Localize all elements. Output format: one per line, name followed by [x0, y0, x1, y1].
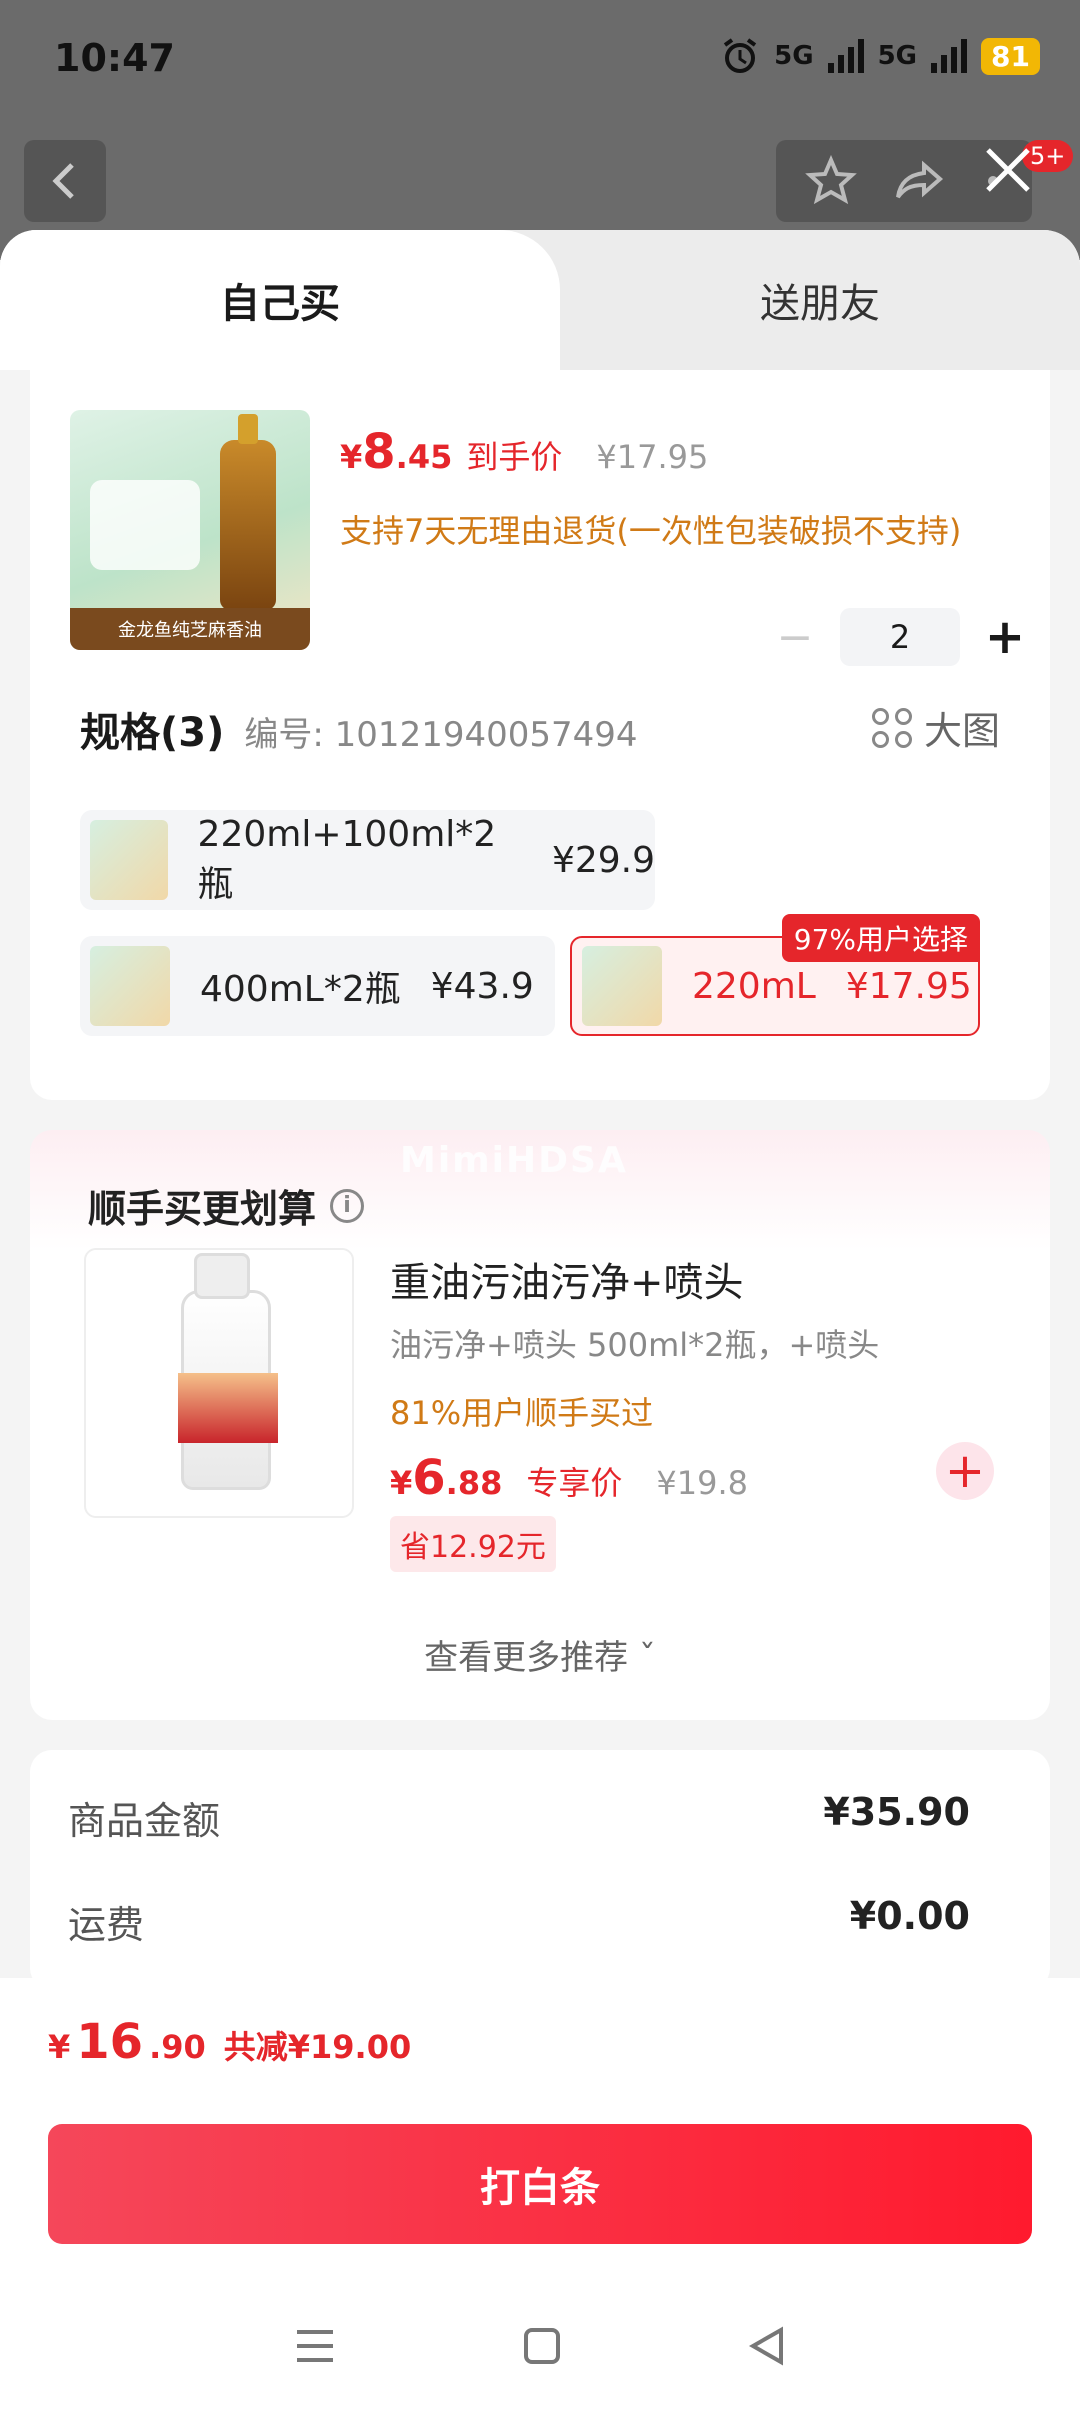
- price-decimal: .45: [395, 438, 453, 476]
- original-price: ¥17.95: [596, 438, 709, 476]
- addon-purchase-rate: 81%用户顺手买过: [390, 1394, 654, 1432]
- spec-price: ¥17.95: [845, 965, 972, 1007]
- goods-amount-label: 商品金额: [68, 1799, 221, 1843]
- status-bar: 10:47 5G 5G 81: [0, 0, 1080, 120]
- spec-thumbnail: [90, 946, 170, 1026]
- tab-bar: 自己买 送朋友: [0, 230, 1080, 370]
- spec-price: ¥29.9: [551, 839, 655, 881]
- spec-name: 220ml+100ml*2瓶: [197, 813, 497, 905]
- purchase-sheet: 自己买 送朋友 金龙鱼纯芝麻香油 ¥8.45 到手价 ¥17.95 支持7天无理…: [0, 230, 1080, 1980]
- big-image-button[interactable]: 大图: [871, 700, 1000, 755]
- product-image-label: 金龙鱼纯芝麻香油: [70, 608, 310, 650]
- spec-thumbnail: [582, 946, 662, 1026]
- popular-tag: 97%用户选择: [781, 914, 980, 962]
- home-icon[interactable]: [522, 2326, 562, 2366]
- savings-badge: 省12.92元: [390, 1516, 556, 1572]
- goods-amount-value: ¥35.90: [823, 1790, 970, 1834]
- checkout-bar: ¥16.90 共减¥19.00 打白条: [0, 1978, 1080, 2412]
- tab-self[interactable]: 自己买: [0, 230, 560, 370]
- addon-title: 顺手买更划算 i: [88, 1178, 365, 1233]
- price-integer: 8: [362, 424, 396, 480]
- product-card: 金龙鱼纯芝麻香油 ¥8.45 到手价 ¥17.95 支持7天无理由退货(一次性包…: [30, 370, 1050, 1100]
- spec-thumbnail: [90, 820, 168, 900]
- exclusive-price-label: 专享价: [526, 1464, 623, 1502]
- spec-header: 规格(3) 编号: 10121940057494: [80, 700, 638, 758]
- quantity-stepper: − 2 +: [770, 608, 1030, 666]
- total-price: ¥16.90 共减¥19.00: [48, 2014, 412, 2070]
- spec-option-2[interactable]: 400mL*2瓶 ¥43.9: [80, 936, 555, 1036]
- back-button[interactable]: [24, 140, 106, 222]
- shipping-value: ¥0.00: [849, 1894, 970, 1938]
- total-reduction: 共减¥19.00: [223, 2028, 412, 2066]
- quantity-value[interactable]: 2: [840, 608, 960, 666]
- system-nav-bar: [0, 2296, 1080, 2396]
- product-number: 编号: 10121940057494: [244, 715, 638, 755]
- big-image-label: 大图: [923, 709, 1000, 753]
- addon-price: ¥6.88 专享价 ¥19.8: [390, 1450, 748, 1506]
- shipping-label: 运费: [68, 1903, 145, 1947]
- addon-original-price: ¥19.8: [656, 1464, 748, 1502]
- addon-product-image[interactable]: [84, 1248, 354, 1518]
- addon-card: MimiHDSA 顺手买更划算 i 重油污油污净+喷头 油污净+喷头 500ml…: [30, 1130, 1050, 1720]
- pay-button[interactable]: 打白条: [48, 2124, 1032, 2244]
- grid-icon: [871, 707, 912, 748]
- spec-option-3-selected[interactable]: 220mL ¥17.95 97%用户选择: [570, 914, 980, 1036]
- spec-price: ¥43.9: [430, 965, 534, 1007]
- more-recommendations[interactable]: 查看更多推荐 ˇ: [30, 1630, 1050, 1679]
- tab-friend[interactable]: 送朋友: [560, 230, 1080, 370]
- share-icon[interactable]: [894, 155, 946, 207]
- status-icons: 5G 5G 81: [720, 36, 1040, 76]
- total-integer: 16: [76, 2014, 144, 2070]
- network-5g-label-2: 5G: [877, 41, 918, 71]
- shipping-row: 运费 ¥0.00: [68, 1894, 970, 1949]
- info-icon[interactable]: i: [330, 1188, 365, 1223]
- decrease-button[interactable]: −: [770, 612, 820, 663]
- watermark: MimiHDSA: [400, 1140, 628, 1181]
- chevron-left-icon: [52, 163, 74, 199]
- spec-name: 220mL: [692, 965, 816, 1007]
- network-5g-label: 5G: [774, 41, 814, 71]
- back-triangle-icon[interactable]: [747, 2326, 787, 2366]
- battery-icon: 81: [981, 37, 1040, 75]
- star-icon[interactable]: [804, 155, 857, 207]
- spec-option-1[interactable]: 220ml+100ml*2瓶 ¥29.9: [80, 810, 655, 910]
- add-addon-button[interactable]: +: [936, 1442, 994, 1500]
- alarm-icon: [723, 38, 757, 73]
- close-icon[interactable]: [980, 142, 1036, 198]
- signal-icon-2: [931, 39, 968, 73]
- menu-icon[interactable]: [293, 2326, 337, 2366]
- increase-button[interactable]: +: [980, 609, 1030, 665]
- order-summary: 商品金额 ¥35.90 运费 ¥0.00: [30, 1750, 1050, 1980]
- signal-icon: [827, 39, 864, 73]
- spec-title: 规格(3): [80, 710, 225, 756]
- status-time: 10:47: [54, 36, 175, 80]
- goods-amount-row: 商品金额 ¥35.90: [68, 1790, 970, 1845]
- addon-product-name[interactable]: 重油污油污净+喷头: [390, 1250, 744, 1308]
- product-price: ¥8.45 到手价 ¥17.95: [340, 424, 709, 480]
- hand-price-label: 到手价: [466, 438, 563, 476]
- total-decimal: .90: [149, 2028, 206, 2066]
- addon-product-desc: 油污净+喷头 500ml*2瓶，+喷头: [390, 1326, 880, 1364]
- return-policy: 支持7天无理由退货(一次性包装破损不支持): [340, 512, 962, 550]
- product-image[interactable]: 金龙鱼纯芝麻香油: [70, 410, 310, 650]
- spec-name: 400mL*2瓶: [200, 969, 401, 1010]
